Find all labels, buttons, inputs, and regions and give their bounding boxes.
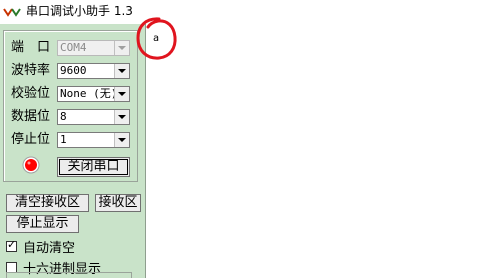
baud-row: 波特率 xyxy=(11,63,57,79)
data-bits-select[interactable]: 8 xyxy=(57,109,130,125)
parity-label: 校验位 xyxy=(11,86,51,101)
chevron-down-icon xyxy=(114,41,129,55)
chevron-down-icon xyxy=(114,133,129,147)
port-select[interactable]: COM4 xyxy=(57,40,130,56)
parity-row: 校验位 xyxy=(11,86,57,102)
receive-area-button[interactable]: 接收区 xyxy=(95,194,141,212)
port-row: 端 口 xyxy=(11,40,57,56)
auto-clear-checkbox[interactable] xyxy=(6,238,17,252)
baud-label: 波特率 xyxy=(11,63,51,78)
partial-groupbox xyxy=(6,272,132,278)
receive-textarea[interactable]: a xyxy=(146,24,501,278)
chevron-down-icon xyxy=(114,64,129,78)
port-label: 端 口 xyxy=(11,40,51,55)
window-title: 串口调试小助手 1.3 xyxy=(26,4,133,18)
stop-bits-value: 1 xyxy=(60,133,67,146)
chevron-down-icon xyxy=(114,87,129,101)
port-status-led-icon xyxy=(22,156,40,174)
baud-rate-value: 9600 xyxy=(60,64,87,77)
data-bits-value: 8 xyxy=(60,110,67,123)
stop-display-button[interactable]: 停止显示 xyxy=(6,215,79,233)
parity-value: None (无) xyxy=(60,87,118,100)
auto-clear-option[interactable]: 自动清空 xyxy=(6,237,75,256)
parity-select[interactable]: None (无) xyxy=(57,86,130,102)
app-icon xyxy=(3,8,21,17)
port-select-value: COM4 xyxy=(60,41,87,54)
data-bits-label: 数据位 xyxy=(11,109,51,124)
stop-bits-label: 停止位 xyxy=(11,132,51,147)
data-bits-row: 数据位 xyxy=(11,109,57,125)
stop-bits-select[interactable]: 1 xyxy=(57,132,130,148)
clear-receive-button[interactable]: 清空接收区 xyxy=(6,194,89,212)
baud-rate-select[interactable]: 9600 xyxy=(57,63,130,79)
auto-clear-label: 自动清空 xyxy=(23,241,76,256)
chevron-down-icon xyxy=(114,110,129,124)
red-circle-annotation xyxy=(136,17,177,60)
title-bar: 串口调试小助手 1.3 xyxy=(0,0,501,24)
close-port-button[interactable]: 关闭串口 xyxy=(57,157,130,177)
stop-bits-row: 停止位 xyxy=(11,132,57,148)
settings-panel: 端 口 COM4 波特率 9600 校验位 None (无) 数据位 8 停止位… xyxy=(0,24,145,278)
